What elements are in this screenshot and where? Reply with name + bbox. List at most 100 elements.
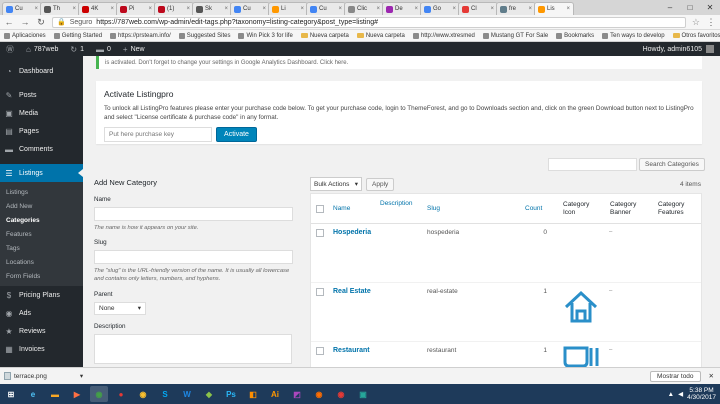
browser-tab[interactable]: Sk × (192, 2, 232, 15)
bookmark-item[interactable]: Aplicaciones (4, 32, 46, 39)
chrome-icon[interactable]: ◉ (90, 386, 108, 402)
bookmark-item[interactable]: Nueva carpeta (300, 33, 349, 39)
browser-tab[interactable]: Clic × (344, 2, 384, 15)
wp-logo[interactable]: Ⓦ (0, 42, 20, 56)
slug-field[interactable] (94, 249, 293, 264)
row-checkbox[interactable] (316, 288, 324, 296)
category-count[interactable]: 1 (537, 347, 547, 354)
tab-close-icon[interactable]: × (300, 6, 304, 12)
word-icon[interactable]: W (178, 386, 196, 402)
forward-icon[interactable]: → (20, 17, 30, 27)
tab-close-icon[interactable]: × (224, 6, 228, 12)
tab-close-icon[interactable]: × (262, 6, 266, 12)
tab-close-icon[interactable]: × (338, 6, 342, 12)
browser-tab[interactable]: Th × (40, 2, 80, 15)
browser-tab[interactable]: fre × (496, 2, 536, 15)
url-input[interactable]: 🔒 Seguro https://787web.com/wp-admin/edi… (52, 16, 686, 28)
purchase-code-input[interactable]: Put here purchase key (104, 127, 212, 142)
submenu-item[interactable]: Categories (0, 213, 83, 227)
browser-tab[interactable]: (1) × (154, 2, 194, 15)
category-count[interactable]: 1 (537, 288, 547, 295)
show-all-button[interactable]: Mostrar todo (650, 370, 701, 382)
tab-close-icon[interactable]: × (414, 6, 418, 12)
bulk-actions-select[interactable]: Bulk Actions ▾ (310, 177, 362, 191)
tab-close-icon[interactable]: × (452, 6, 456, 12)
browser-tab[interactable]: Cu × (306, 2, 346, 15)
menu-icon[interactable]: ⋮ (706, 17, 716, 28)
bookmark-item[interactable]: http://www.xtresmed (412, 32, 475, 39)
tab-close-icon[interactable]: × (566, 6, 570, 12)
search-categories-button[interactable]: Search Categories (639, 158, 705, 171)
activate-button[interactable]: Activate (216, 127, 257, 142)
category-name-link[interactable]: Real Estate (333, 288, 371, 295)
browser-tab[interactable]: Lis × (534, 2, 574, 15)
tab-close-icon[interactable]: × (148, 6, 152, 12)
illustrator-icon[interactable]: Ai (266, 386, 284, 402)
submenu-item[interactable]: Tags (0, 241, 83, 255)
tab-close-icon[interactable]: × (72, 6, 76, 12)
bookmark-item[interactable]: Ten ways to develop (602, 32, 665, 39)
column-count[interactable]: Count (525, 205, 542, 213)
row-checkbox[interactable] (316, 229, 324, 237)
media-player-icon[interactable]: ▶ (68, 386, 86, 402)
tab-close-icon[interactable]: × (376, 6, 380, 12)
bookmark-item[interactable]: Win Pick 3 for life (238, 32, 293, 39)
sidebar-item[interactable]: ✎ Posts (0, 86, 83, 104)
skype-icon[interactable]: S (156, 386, 174, 402)
bookmark-item[interactable]: Getting Started (53, 32, 102, 39)
updates-link[interactable]: ↻ 1 (64, 42, 90, 56)
submenu-item[interactable]: Listings (0, 185, 83, 199)
browser-tab[interactable]: 4K × (78, 2, 118, 15)
bookmark-item[interactable]: Bookmarks (556, 32, 594, 39)
comments-link[interactable]: ▬ 0 (90, 42, 117, 56)
apply-button[interactable]: Apply (366, 177, 395, 191)
sidebar-item[interactable]: ▦ Invoices (0, 340, 83, 358)
sidebar-item[interactable]: $ Pricing Plans (0, 286, 83, 304)
browser-tab[interactable]: Cu × (2, 2, 42, 15)
sidebar-item[interactable]: ◉ Ads (0, 304, 83, 322)
bookmark-item[interactable]: Nueva carpeta (356, 33, 405, 39)
site-name-link[interactable]: ⌂ 787web (20, 42, 64, 56)
sidebar-item[interactable]: ★ Reviews (0, 322, 83, 340)
submenu-item[interactable]: Features (0, 227, 83, 241)
category-count[interactable]: 0 (537, 229, 547, 236)
sidebar-item[interactable]: ▣ Media (0, 104, 83, 122)
chrome-icon[interactable]: ◉ (332, 386, 350, 402)
sidebar-item[interactable]: ☰ Listings (0, 164, 83, 182)
download-item[interactable]: terrace.png ▾ (4, 372, 83, 380)
account-menu[interactable]: Howdy, admin6105 (643, 45, 720, 53)
circle-app-icon[interactable]: ● (112, 386, 130, 402)
tab-close-icon[interactable]: × (110, 6, 114, 12)
other-bookmarks[interactable]: Otros favoritos (672, 33, 720, 39)
tab-close-icon[interactable]: × (186, 6, 190, 12)
browser-tab[interactable]: De × (382, 2, 422, 15)
submenu-item[interactable]: Add New (0, 199, 83, 213)
clock[interactable]: 5:38 PM 4/30/2017 (687, 387, 716, 401)
back-icon[interactable]: ← (4, 17, 14, 27)
reload-icon[interactable]: ↻ (36, 17, 46, 28)
volume-icon[interactable]: ◀ (678, 390, 683, 398)
select-all-checkbox[interactable] (316, 204, 324, 213)
submenu-item[interactable]: Form Fields (0, 269, 83, 283)
close-icon[interactable]: ✕ (709, 372, 714, 380)
bookmark-star-icon[interactable]: ☆ (692, 17, 700, 28)
search-categories-input[interactable] (548, 158, 637, 171)
category-name-link[interactable]: Restaurant (333, 347, 370, 354)
parent-select[interactable]: None ▾ (94, 301, 146, 315)
app-icon[interactable]: ◩ (288, 386, 306, 402)
browser-tab[interactable]: Go × (420, 2, 460, 15)
bookmark-item[interactable]: Suggested Sites (178, 32, 230, 39)
ie-icon[interactable]: e (24, 386, 42, 402)
browser-tab[interactable]: Cu × (230, 2, 270, 15)
photoshop-icon[interactable]: Ps (222, 386, 240, 402)
name-field[interactable] (94, 207, 293, 221)
column-description[interactable]: Description (380, 200, 413, 208)
column-slug[interactable]: Slug (427, 205, 440, 213)
chrome-icon[interactable]: ◉ (134, 386, 152, 402)
new-content-link[interactable]: + New (117, 42, 151, 56)
browser-tab[interactable]: Cl × (458, 2, 498, 15)
sidebar-item[interactable]: ▬ Comments (0, 140, 83, 158)
column-name[interactable]: Name (333, 205, 350, 213)
description-field[interactable] (94, 333, 292, 364)
firefox-icon[interactable]: ◉ (310, 386, 328, 402)
